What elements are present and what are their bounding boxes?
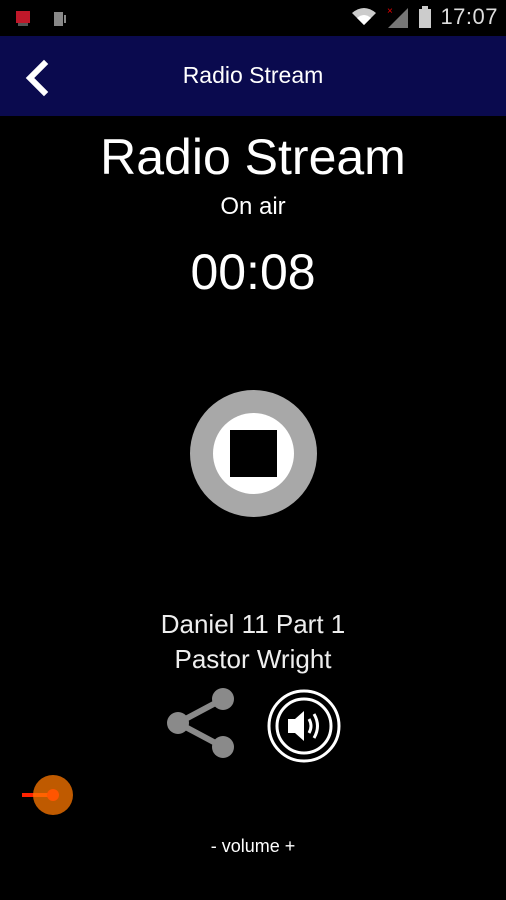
notification-icon xyxy=(16,11,30,26)
svg-text:×: × xyxy=(387,6,393,17)
share-icon xyxy=(167,688,234,758)
stop-button-inner xyxy=(213,413,294,494)
track-artist: Pastor Wright xyxy=(174,644,332,674)
elapsed-timer: 00:08 xyxy=(190,244,316,300)
status-bar: × 17:07 xyxy=(0,0,506,36)
status-time: 17:07 xyxy=(440,4,498,29)
stop-icon xyxy=(230,430,277,477)
volume-button[interactable] xyxy=(266,688,342,764)
speaker-icon xyxy=(267,689,341,763)
wifi-icon xyxy=(352,8,377,25)
app-title: Radio Stream xyxy=(182,62,324,88)
share-button[interactable] xyxy=(164,686,238,760)
track-title: Daniel 11 Part 1 xyxy=(160,609,346,639)
stream-title: Radio Stream xyxy=(100,129,406,185)
stop-button[interactable] xyxy=(190,390,317,517)
signal-icon: × xyxy=(387,6,409,28)
battery-icon xyxy=(419,6,432,28)
stream-status: On air xyxy=(220,193,286,220)
vibrate-icon xyxy=(54,12,66,26)
volume-label: - volume + xyxy=(210,836,296,856)
volume-slider-thumb[interactable] xyxy=(47,789,59,801)
app-bar: Radio Stream xyxy=(0,36,506,116)
volume-slider[interactable] xyxy=(20,775,486,815)
